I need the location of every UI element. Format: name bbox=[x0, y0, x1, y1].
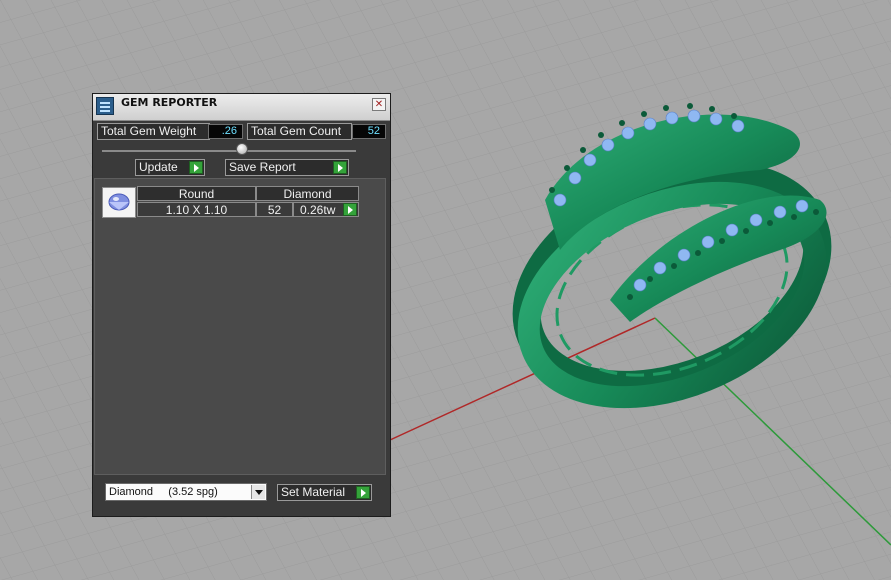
update-button[interactable]: Update bbox=[135, 159, 205, 176]
update-button-label: Update bbox=[139, 160, 178, 174]
gem-weight-cell[interactable]: 0.26tw bbox=[293, 202, 359, 217]
play-icon[interactable] bbox=[343, 203, 357, 216]
gem-list-area[interactable] bbox=[94, 178, 386, 475]
close-button[interactable]: ✕ bbox=[372, 98, 386, 111]
play-icon bbox=[189, 161, 203, 174]
gem-shape-header: Round bbox=[137, 186, 256, 201]
material-select[interactable]: Diamond (3.52 spg) bbox=[105, 483, 267, 501]
round-diamond-icon bbox=[108, 193, 130, 211]
gem-size-cell[interactable]: 1.10 X 1.10 bbox=[137, 202, 256, 217]
material-select-value: Diamond (3.52 spg) bbox=[109, 486, 218, 498]
total-gem-count-label: Total Gem Count bbox=[247, 123, 352, 140]
title-bar[interactable]: GEM REPORTER ✕ bbox=[93, 94, 390, 121]
slider-thumb[interactable] bbox=[236, 143, 248, 155]
gem-weight-text: 0.26tw bbox=[300, 203, 336, 217]
total-gem-weight-value: .26 bbox=[208, 124, 243, 139]
gem-material-header: Diamond bbox=[256, 186, 359, 201]
gem-reporter-app-icon bbox=[96, 97, 114, 115]
chevron-down-icon[interactable] bbox=[251, 485, 265, 499]
save-report-button-label: Save Report bbox=[229, 160, 296, 174]
play-icon bbox=[333, 161, 347, 174]
total-gem-count-value: 52 bbox=[352, 124, 386, 139]
gem-reporter-panel: GEM REPORTER ✕ Total Gem Weight .26 Tota… bbox=[92, 93, 391, 517]
set-material-button[interactable]: Set Material bbox=[277, 484, 372, 501]
slider-track[interactable] bbox=[102, 150, 356, 152]
total-gem-weight-label: Total Gem Weight bbox=[97, 123, 210, 140]
set-material-button-label: Set Material bbox=[281, 485, 346, 499]
play-icon bbox=[356, 486, 370, 499]
save-report-button[interactable]: Save Report bbox=[225, 159, 349, 176]
window-title: GEM REPORTER bbox=[121, 96, 218, 109]
gem-count-cell[interactable]: 52 bbox=[256, 202, 293, 217]
round-gem-thumbnail[interactable] bbox=[102, 187, 136, 218]
